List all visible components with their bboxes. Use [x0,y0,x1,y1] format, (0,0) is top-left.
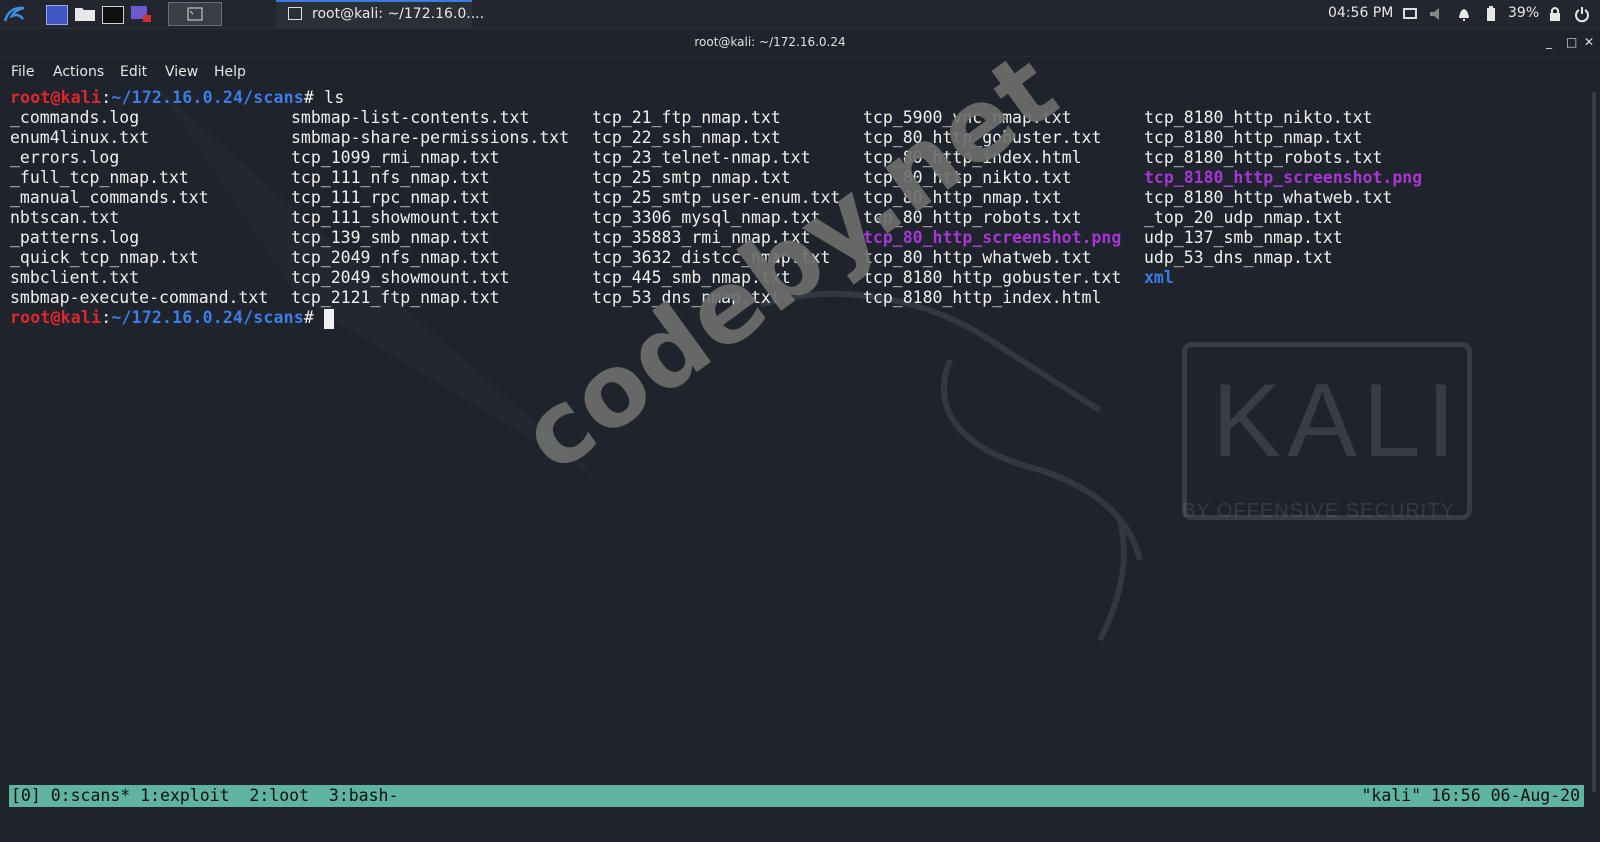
file-entry: udp_137_smb_nmap.txt [1144,228,1343,247]
file-entry: tcp_111_rpc_nmap.txt [291,188,490,207]
file-entry: enum4linux.txt [10,128,150,147]
file-entry: tcp_22_ssh_nmap.txt [592,128,781,147]
prompt-line-2: root@kali:~/172.16.0.24/scans# [10,308,314,327]
file-entry: smbmap-share-permissions.txt [291,128,570,147]
prompt-line-1: root@kali:~/172.16.0.24/scans# ls [10,88,344,107]
prompt-symbol: # [303,88,315,107]
file-entry: _commands.log [10,108,140,127]
file-entry: tcp_8180_http_robots.txt [1144,148,1383,167]
file-entry: tcp_139_smb_nmap.txt [291,228,490,247]
file-entry: tcp_2121_ftp_nmap.txt [291,288,500,307]
terminal-scrollbar[interactable] [1592,92,1596,792]
prompt-path: ~/172.16.0.24/scans [111,308,304,327]
file-entry: _full_tcp_nmap.txt [10,168,189,187]
prompt-separator: : [101,308,112,327]
command-text: ls [314,88,345,107]
file-entry: tcp_8180_http_index.html [863,288,1102,307]
file-entry: _patterns.log [10,228,140,247]
prompt-separator: : [101,88,112,107]
tmux-session-info: "kali" 16:56 06-Aug-20 [1361,786,1580,805]
file-entry: tcp_2049_nfs_nmap.txt [291,248,500,267]
file-entry: tcp_8180_http_screenshot.png [1144,168,1423,187]
file-entry: tcp_21_ftp_nmap.txt [592,108,781,127]
file-entry: xml [1144,268,1174,287]
file-entry: _quick_tcp_nmap.txt [10,248,199,267]
file-entry: tcp_111_showmount.txt [291,208,500,227]
file-entry: tcp_8180_http_whatweb.txt [1144,188,1393,207]
file-entry: smbmap-execute-command.txt [10,288,269,307]
file-entry: tcp_25_smtp_nmap.txt [592,168,791,187]
file-entry: smbmap-list-contents.txt [291,108,530,127]
tmux-status-bar: [0] 0:scans* 1:exploit 2:loot 3:bash- "k… [9,785,1584,807]
file-entry: udp_53_dns_nmap.txt [1144,248,1333,267]
file-entry: tcp_1099_rmi_nmap.txt [291,148,500,167]
file-entry: tcp_8180_http_nmap.txt [1144,128,1363,147]
terminal-cursor [324,309,334,329]
file-entry: tcp_23_telnet-nmap.txt [592,148,811,167]
file-entry: _top_20_udp_nmap.txt [1144,208,1343,227]
file-entry: smbclient.txt [10,268,140,287]
file-entry: _manual_commands.txt [10,188,209,207]
file-entry: nbtscan.txt [10,208,120,227]
prompt-path: ~/172.16.0.24/scans [111,88,304,107]
file-entry: _errors.log [10,148,120,167]
file-entry: tcp_8180_http_nikto.txt [1144,108,1373,127]
file-entry: tcp_111_nfs_nmap.txt [291,168,490,187]
prompt-user: root@kali [10,88,102,107]
file-entry: tcp_8180_http_gobuster.txt [863,268,1122,287]
file-entry: tcp_2049_showmount.txt [291,268,510,287]
prompt-user: root@kali [10,308,102,327]
prompt-symbol: # [303,308,315,327]
tmux-window-list[interactable]: [0] 0:scans* 1:exploit 2:loot 3:bash- [11,786,398,805]
